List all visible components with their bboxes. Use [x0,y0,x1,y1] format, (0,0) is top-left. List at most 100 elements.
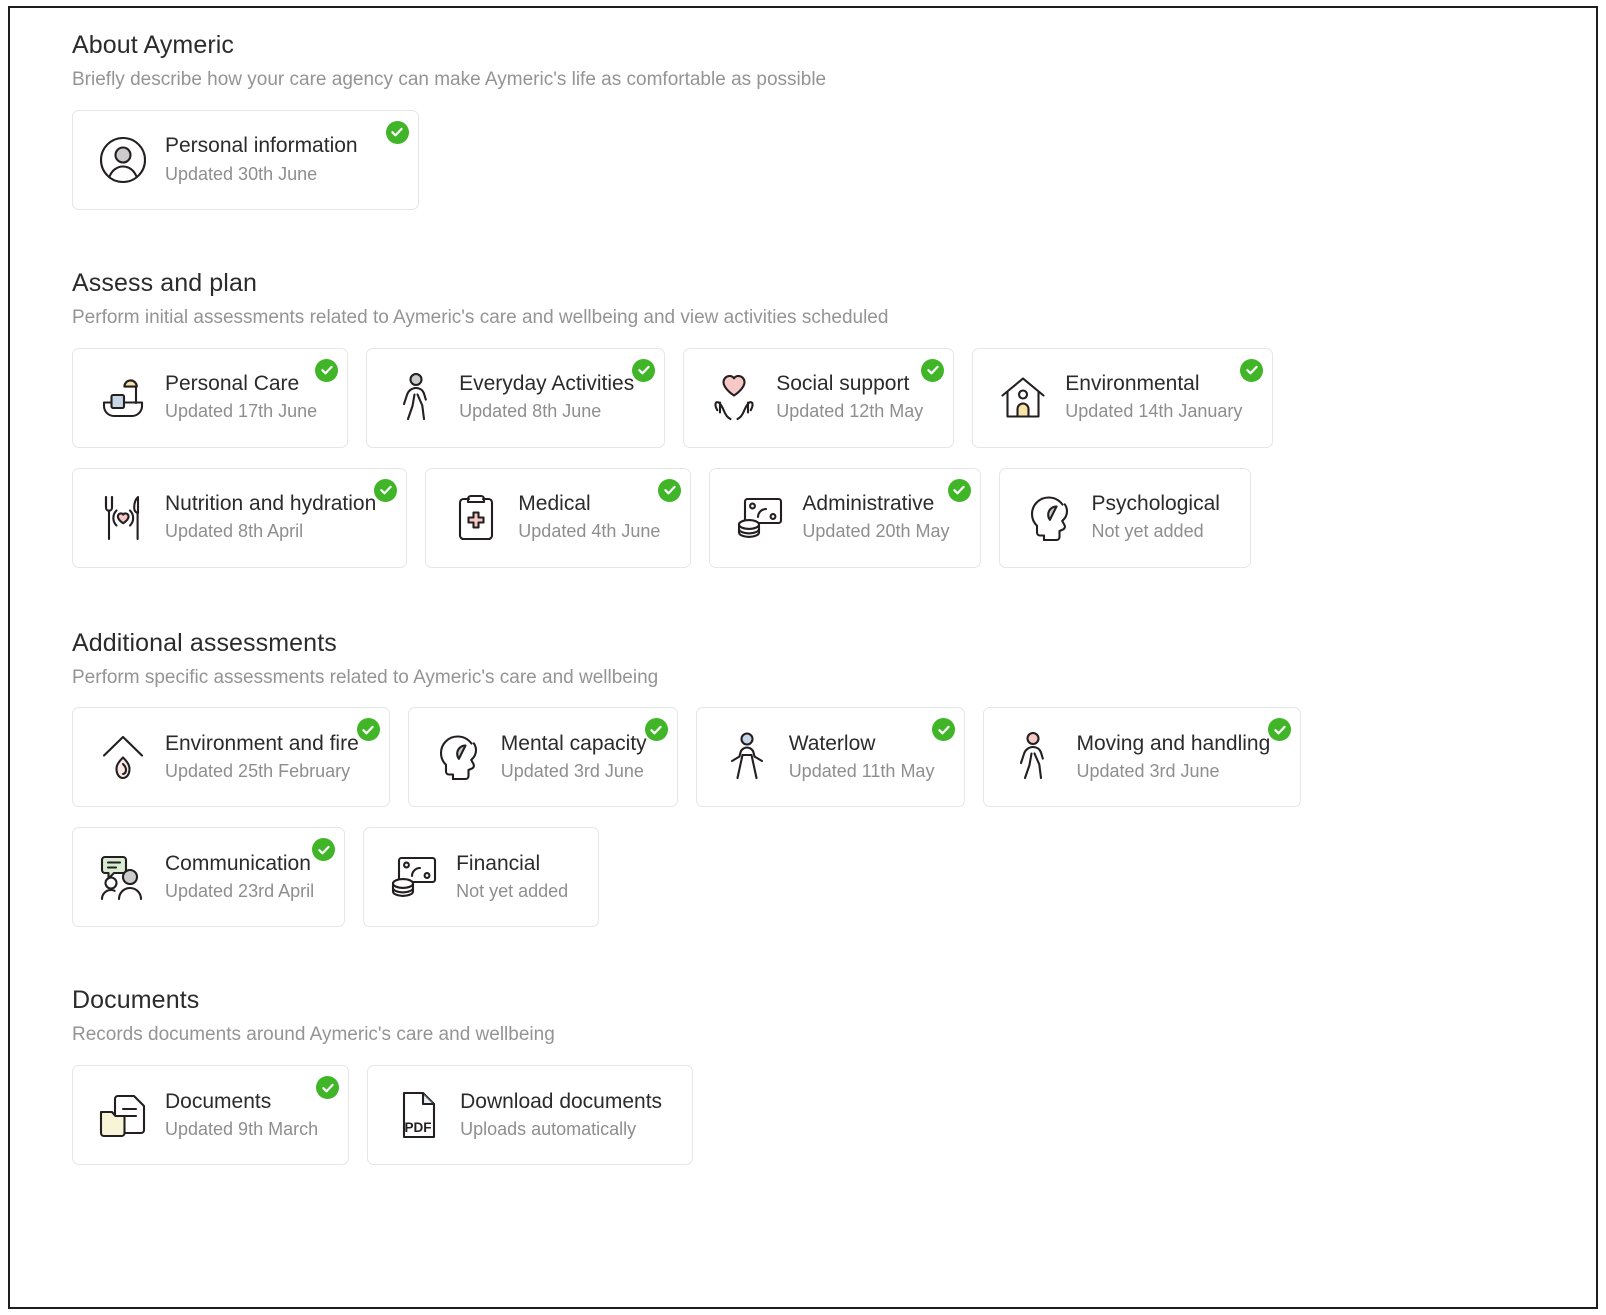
complete-check-icon [658,479,681,502]
section-additional-assessments: Additional assessments Perform specific a… [72,628,1596,928]
card-documents[interactable]: Documents Updated 9th March [72,1065,349,1165]
complete-check-icon [632,359,655,382]
complete-check-icon [315,359,338,382]
card-status: Updated 3rd June [501,760,647,783]
card-text: Moving and handling Updated 3rd June [1076,731,1270,784]
card-text: Personal informationUpdated 30th June [165,133,358,186]
card-text: PsychologicalNot yet added [1092,491,1220,544]
card-title: Mental capacity [501,731,647,757]
walking-person-pink-icon [1006,729,1062,785]
section-assess-and-plan: Assess and planPerform initial assessmen… [72,268,1596,568]
complete-check-icon [386,121,409,144]
card-social-support[interactable]: Social support Updated 12th May [683,348,954,448]
card-status: Updated 17th June [165,400,317,423]
card-row: Personal CareUpdated 17th June Everyday … [72,348,1596,448]
card-communication[interactable]: Communication Updated 23rd April [72,827,345,927]
head-brain-icon [431,729,487,785]
card-text: FinancialNot yet added [456,851,568,904]
card-text: Environment and fire Updated 25th Februar… [165,731,359,784]
card-moving-and-handling[interactable]: Moving and handling Updated 3rd June [983,707,1301,807]
card-title: Moving and handling [1076,731,1270,757]
walking-person-icon [389,370,445,426]
card-text: Documents Updated 9th March [165,1089,318,1142]
complete-check-icon [316,1076,339,1099]
complete-check-icon [1240,359,1263,382]
card-status: Updated 20th May [802,520,949,543]
card-text: WaterlowUpdated 11th May [789,731,935,784]
card-text: Mental capacity Updated 3rd June [501,731,647,784]
card-text: Download documents Uploads automatically [460,1089,662,1142]
section-title: Documents [72,985,1596,1015]
card-psychological[interactable]: PsychologicalNot yet added [999,468,1251,568]
section-subtitle: Perform specific assessments related to … [72,666,1596,690]
complete-check-icon [921,359,944,382]
card-title: Environment and fire [165,731,359,757]
card-text: Nutrition and hydration Updated 8th April [165,491,376,544]
card-title: Social support [776,371,923,397]
card-status: Updated 14th January [1065,400,1242,423]
card-title: Communication [165,851,314,877]
section-about: About Aymeric Briefly describe how your c… [72,30,1596,210]
card-row: Communication Updated 23rd April Financia… [72,827,1596,927]
card-status: Updated 25th February [165,760,359,783]
complete-check-icon [645,718,668,741]
section-title: Assess and plan [72,268,1596,298]
card-text: Communication Updated 23rd April [165,851,314,904]
card-row: Environment and fire Updated 25th Februar… [72,707,1596,807]
card-administrative[interactable]: Administrative Updated 20th May [709,468,980,568]
section-subtitle: Briefly describe how your care agency ca… [72,68,1596,92]
section-spacer [72,927,1596,985]
card-environmental[interactable]: Environmental Updated 14th January [972,348,1273,448]
card-status: Updated 30th June [165,163,358,186]
card-environment-and-fire[interactable]: Environment and fire Updated 25th Februar… [72,707,390,807]
section-title: Additional assessments [72,628,1596,658]
card-title: Medical [518,491,660,517]
screenshot-frame: About Aymeric Briefly describe how your c… [8,6,1598,1309]
card-title: Psychological [1092,491,1220,517]
money-coins-icon [732,490,788,546]
card-status: Updated 11th May [789,760,935,783]
card-personal-care[interactable]: Personal CareUpdated 17th June [72,348,348,448]
card-text: Environmental Updated 14th January [1065,371,1242,424]
complete-check-icon [312,838,335,861]
complete-check-icon [932,718,955,741]
card-title: Financial [456,851,568,877]
card-waterlow[interactable]: WaterlowUpdated 11th May [696,707,966,807]
card-status: Updated 23rd April [165,880,314,903]
card-mental-capacity[interactable]: Mental capacity Updated 3rd June [408,707,678,807]
complete-check-icon [1268,718,1291,741]
section-spacer [72,568,1596,628]
fork-plate-knife-heart-icon [95,490,151,546]
card-medical[interactable]: MedicalUpdated 4th June [425,468,691,568]
card-title: Download documents [460,1089,662,1115]
card-download-documents[interactable]: PDF Download documents Uploads automatica… [367,1065,693,1165]
card-title: Documents [165,1089,318,1115]
complete-check-icon [357,718,380,741]
head-brain-icon [1022,490,1078,546]
card-nutrition-and-hydration[interactable]: Nutrition and hydration Updated 8th April [72,468,407,568]
complete-check-icon [948,479,971,502]
card-status: Updated 9th March [165,1118,318,1141]
card-title: Environmental [1065,371,1242,397]
complete-check-icon [374,479,397,502]
card-title: Everyday Activities [459,371,634,397]
section-subtitle: Records documents around Aymeric's care … [72,1023,1596,1047]
card-status: Updated 8th April [165,520,376,543]
card-status: Updated 8th June [459,400,634,423]
card-financial[interactable]: FinancialNot yet added [363,827,599,927]
card-row: Personal informationUpdated 30th June [72,110,1596,210]
card-everyday-activities[interactable]: Everyday Activities Updated 8th June [366,348,665,448]
card-status: Updated 12th May [776,400,923,423]
card-title: Nutrition and hydration [165,491,376,517]
care-plan-page: About Aymeric Briefly describe how your c… [10,8,1596,1307]
card-row: Nutrition and hydration Updated 8th April… [72,468,1596,568]
card-title: Administrative [802,491,949,517]
section-title: About Aymeric [72,30,1596,60]
svg-text:PDF: PDF [405,1120,432,1135]
pdf-file-icon: PDF [390,1087,446,1143]
card-status: Updated 3rd June [1076,760,1270,783]
card-personal-information[interactable]: Personal informationUpdated 30th June [72,110,419,210]
card-text: Personal CareUpdated 17th June [165,371,317,424]
card-status: Uploads automatically [460,1118,662,1141]
house-icon [995,370,1051,426]
